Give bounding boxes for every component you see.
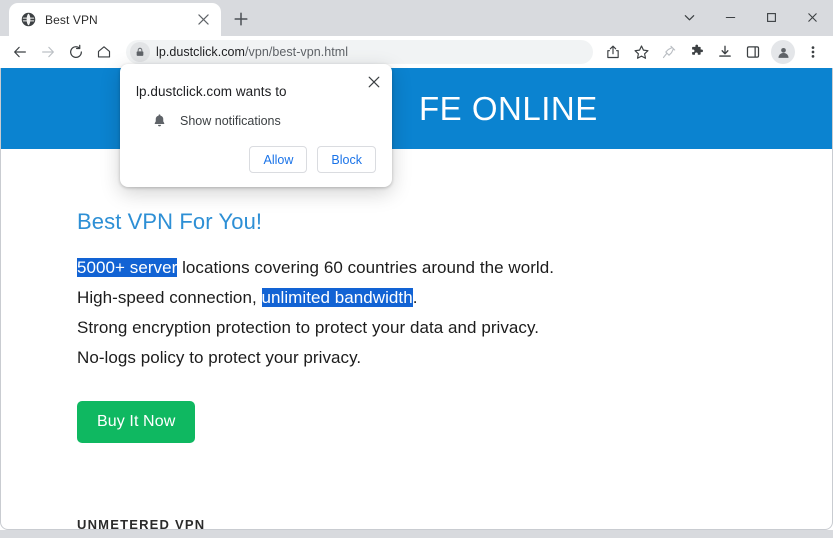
browser-window: Best VPN lp.dustclick.com/vpn/best-vpn.h… (0, 0, 833, 538)
page-title: Best VPN For You! (77, 209, 263, 234)
plus-icon (234, 12, 248, 26)
feature-line: Strong encryption protection to protect … (77, 313, 833, 343)
dismiss-dialog-button[interactable] (364, 72, 384, 92)
browser-toolbar: lp.dustclick.com/vpn/best-vpn.html (0, 36, 833, 68)
browser-tab[interactable]: Best VPN (9, 3, 221, 36)
feature-text: Strong encryption protection to protect … (77, 318, 540, 337)
permission-request-row: Show notifications (136, 113, 376, 128)
feature-line: High-speed connection, unlimited bandwid… (77, 283, 833, 313)
back-button[interactable] (6, 38, 34, 66)
footer-partial-heading: UNMETERED VPN (77, 517, 206, 530)
tab-search-button[interactable] (669, 0, 710, 34)
window-controls (669, 0, 833, 34)
feature-text: No-logs policy to protect your privacy. (77, 348, 362, 367)
feature-text: locations covering 60 countries around t… (177, 258, 555, 277)
minimize-button[interactable] (710, 0, 751, 34)
bookmark-button[interactable] (627, 38, 655, 66)
address-bar[interactable]: lp.dustclick.com/vpn/best-vpn.html (126, 40, 593, 64)
selected-text: 5000+ server (77, 258, 178, 277)
side-panel-button[interactable] (739, 38, 767, 66)
block-button[interactable]: Block (317, 146, 376, 173)
feature-text: High-speed connection, (77, 288, 262, 307)
close-icon (368, 76, 380, 88)
profile-button[interactable] (771, 40, 795, 64)
lock-icon[interactable] (130, 42, 150, 62)
browser-menu-button[interactable] (799, 38, 827, 66)
three-dot-menu-icon (806, 45, 820, 59)
arrow-left-icon (12, 44, 28, 60)
close-tab-icon[interactable] (193, 10, 213, 30)
share-icon (605, 44, 621, 60)
new-tab-button[interactable] (227, 5, 255, 33)
side-panel-icon (745, 44, 761, 60)
globe-icon (20, 12, 36, 28)
url-text: lp.dustclick.com/vpn/best-vpn.html (156, 45, 348, 59)
extensions-button[interactable] (683, 38, 711, 66)
maximize-button[interactable] (751, 0, 792, 34)
downloads-button[interactable] (711, 38, 739, 66)
tab-strip: Best VPN (0, 0, 833, 36)
selected-text: unlimited bandwidth (261, 288, 413, 307)
url-host: lp.dustclick.com (156, 45, 246, 59)
reload-button[interactable] (62, 38, 90, 66)
download-icon (717, 44, 733, 60)
reload-icon (68, 44, 84, 60)
dialog-title: lp.dustclick.com wants to (136, 84, 287, 99)
star-icon (633, 44, 650, 61)
bell-icon (152, 113, 167, 128)
chevron-down-icon (683, 11, 696, 24)
forward-button[interactable] (34, 38, 62, 66)
feature-text: . (412, 288, 418, 307)
home-button[interactable] (90, 38, 118, 66)
page-content: Best VPN For You! 5000+ server locations… (0, 149, 833, 443)
tab-title: Best VPN (45, 12, 98, 27)
home-icon (96, 44, 112, 60)
url-path: /vpn/best-vpn.html (245, 45, 349, 59)
minimize-icon (724, 11, 737, 24)
share-button[interactable] (599, 38, 627, 66)
puzzle-icon (689, 44, 705, 60)
arrow-right-icon (40, 44, 56, 60)
maximize-icon (765, 11, 778, 24)
allow-button[interactable]: Allow (249, 146, 308, 173)
feature-line: 5000+ server locations covering 60 count… (77, 253, 833, 283)
permission-request-label: Show notifications (180, 113, 281, 128)
pin-button[interactable] (655, 38, 683, 66)
notification-permission-dialog: lp.dustclick.com wants to Show notificat… (120, 64, 392, 187)
dialog-actions: Allow Block (136, 146, 376, 177)
close-window-button[interactable] (792, 0, 833, 34)
pin-icon (661, 44, 677, 60)
avatar (777, 46, 790, 59)
close-icon (806, 11, 819, 24)
feature-line: No-logs policy to protect your privacy. (77, 343, 833, 373)
toolbar-actions (599, 38, 827, 66)
buy-it-now-button[interactable]: Buy It Now (77, 401, 196, 443)
